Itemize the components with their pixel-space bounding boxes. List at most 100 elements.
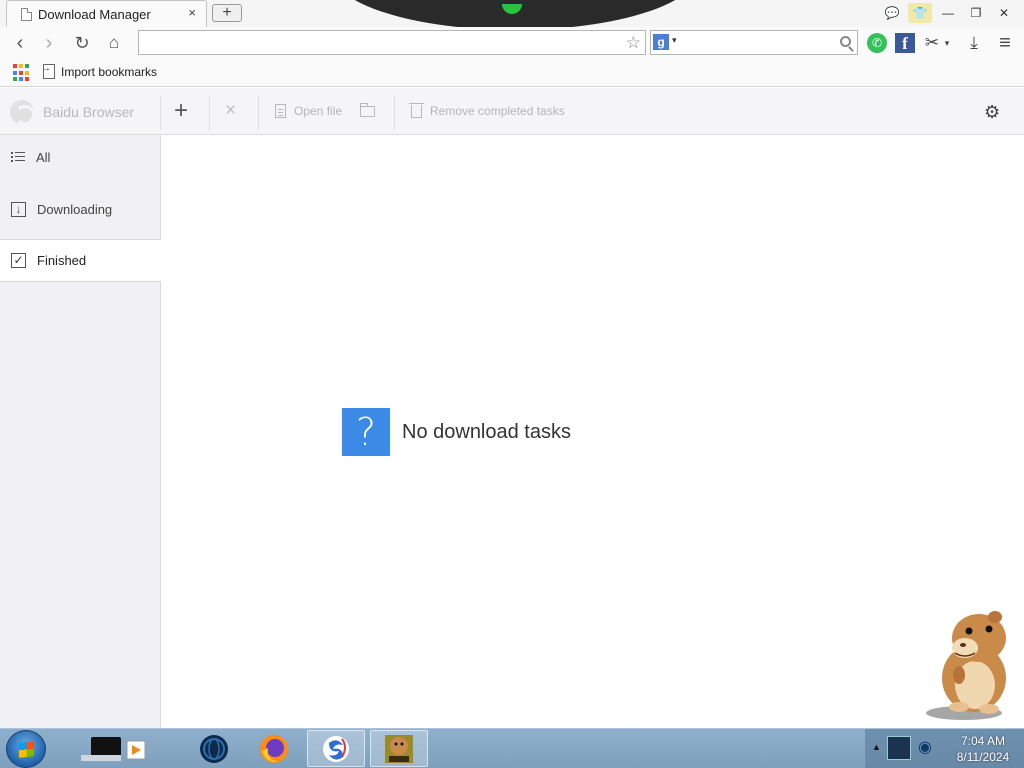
reload-icon[interactable]: ↻ <box>70 31 94 55</box>
remove-completed-button[interactable]: Remove completed tasks <box>409 99 565 123</box>
folder-icon <box>360 102 375 117</box>
search-input[interactable] <box>683 32 833 53</box>
gear-icon[interactable]: ⚙ <box>984 102 1000 123</box>
download-icon[interactable]: ⤓ <box>964 33 984 53</box>
apps-icon[interactable] <box>13 64 31 82</box>
navigation-bar: ‹ › ↻ ⌂ ☆ g ▾ ✆ f ✂ ▾ ⤓ ≡ <box>0 27 1024 59</box>
taskbar-item-baidu-browser[interactable] <box>307 730 365 767</box>
plus-icon: + <box>174 97 189 124</box>
bookmark-import[interactable]: Import bookmarks <box>41 63 158 79</box>
sidebar-item-label: Finished <box>37 253 87 268</box>
brand: Baidu Browser <box>10 100 135 125</box>
checkbox-checked-icon: ✓ <box>11 253 26 268</box>
facebook-icon[interactable]: f <box>895 33 915 53</box>
sidebar-item-downloading[interactable]: ↓ Downloading <box>0 184 161 234</box>
window-controls: 💬 👕 — ❐ ✕ <box>880 3 1016 23</box>
hamster-box-icon <box>385 734 413 763</box>
apps-grid-dot <box>13 64 17 68</box>
clock[interactable]: 7:04 AM 8/11/2024 <box>943 733 1023 765</box>
home-icon[interactable]: ⌂ <box>102 31 126 55</box>
apps-grid-dot <box>19 77 23 82</box>
back-arrow-icon[interactable]: ‹ <box>8 31 32 55</box>
scissors-icon[interactable]: ✂ <box>922 33 942 53</box>
sidebar: All ↓ Downloading ✓ Finished <box>0 135 162 728</box>
apps-grid-dot <box>13 70 17 75</box>
firefox-icon <box>260 734 288 763</box>
baidu-logo-icon <box>10 100 35 125</box>
download-toolbar: Baidu Browser + × Open file Remove compl… <box>0 88 1024 135</box>
delete-icon: × <box>225 100 237 121</box>
apps-grid-dot <box>25 70 29 75</box>
sidebar-item-finished[interactable]: ✓ Finished <box>0 239 162 282</box>
page-icon <box>21 8 32 21</box>
remove-completed-label: Remove completed tasks <box>430 104 565 118</box>
clock-time: 7:04 AM <box>960 734 1006 748</box>
hamster-mascot-icon[interactable] <box>919 603 1024 723</box>
sidebar-item-label: All <box>36 150 51 165</box>
brand-name: Baidu Browser <box>43 104 135 120</box>
chevron-down-icon[interactable]: ▾ <box>672 35 677 46</box>
minimize-button[interactable]: — <box>936 3 960 23</box>
chevron-down-icon[interactable]: ▾ <box>942 33 952 53</box>
divider <box>209 96 210 130</box>
system-tray: ▲ ◉ 7:04 AM 8/11/2024 <box>865 729 1024 768</box>
apps-grid-dot <box>25 64 29 68</box>
open-folder-button[interactable] <box>360 99 375 123</box>
network-icon[interactable] <box>887 736 911 760</box>
download-list-area: ? No download tasks <box>161 135 1024 728</box>
open-file-button[interactable]: Open file <box>275 99 342 123</box>
clock-date: 8/11/2024 <box>956 750 1010 764</box>
taskbar-item-firefox[interactable] <box>245 730 303 767</box>
file-icon <box>275 104 286 118</box>
baidu-browser-icon <box>323 735 349 762</box>
apps-grid-dot <box>13 77 17 82</box>
volume-icon[interactable]: ◉ <box>913 736 937 760</box>
taskbar-item-globe[interactable] <box>185 730 243 767</box>
question-icon: ? <box>342 408 390 456</box>
apps-grid-dot <box>19 70 23 75</box>
address-input[interactable] <box>139 31 609 54</box>
import-icon <box>41 63 55 79</box>
tab-close-icon[interactable]: × <box>188 5 196 20</box>
apps-grid-dot <box>19 64 23 68</box>
bookmark-star-icon[interactable]: ☆ <box>626 33 641 53</box>
empty-state: ? No download tasks <box>342 408 571 456</box>
delete-button[interactable]: × <box>225 99 236 123</box>
whatsapp-icon[interactable]: ✆ <box>867 33 887 53</box>
bookmarks-bar: Import bookmarks <box>0 59 1024 87</box>
taskbar-item-hamster-box[interactable] <box>370 730 428 767</box>
title-bar: Download Manager × + 💬 👕 — ❐ ✕ <box>0 0 1024 30</box>
show-hidden-icons-icon[interactable]: ▲ <box>872 742 881 752</box>
add-download-button[interactable]: + <box>174 97 189 124</box>
divider <box>258 96 259 130</box>
taskbar-item-computer[interactable] <box>60 730 168 767</box>
menu-icon[interactable]: ≡ <box>995 33 1015 53</box>
new-tab-button[interactable]: + <box>212 4 242 22</box>
empty-state-message: No download tasks <box>402 420 571 443</box>
computer-icon <box>81 736 146 761</box>
list-icon <box>11 152 25 163</box>
divider <box>394 96 395 130</box>
forward-arrow-icon[interactable]: › <box>37 31 61 55</box>
taskbar: ▲ ◉ 7:04 AM 8/11/2024 <box>0 728 1024 768</box>
apps-grid-dot <box>25 77 29 82</box>
globe-icon <box>200 734 228 763</box>
bookmark-label: Import bookmarks <box>61 64 158 79</box>
sidebar-item-all[interactable]: All <box>0 135 161 180</box>
browser-frame-ornament <box>330 0 700 30</box>
close-window-button[interactable]: ✕ <box>992 3 1016 23</box>
tab-download-manager[interactable]: Download Manager × <box>6 0 207 27</box>
sidebar-item-label: Downloading <box>37 201 113 217</box>
address-bar[interactable]: ☆ <box>138 30 646 55</box>
search-icon[interactable] <box>840 36 851 47</box>
start-button[interactable] <box>6 730 46 768</box>
restore-button[interactable]: ❐ <box>964 3 988 23</box>
search-box[interactable]: g ▾ <box>650 30 858 55</box>
status-led-icon <box>502 4 522 14</box>
skin-icon[interactable]: 👕 <box>908 3 932 23</box>
open-file-label: Open file <box>294 104 343 118</box>
feedback-icon[interactable]: 💬 <box>880 3 904 23</box>
trash-icon <box>409 102 424 118</box>
google-icon[interactable]: g <box>653 34 669 50</box>
download-icon: ↓ <box>11 201 26 217</box>
